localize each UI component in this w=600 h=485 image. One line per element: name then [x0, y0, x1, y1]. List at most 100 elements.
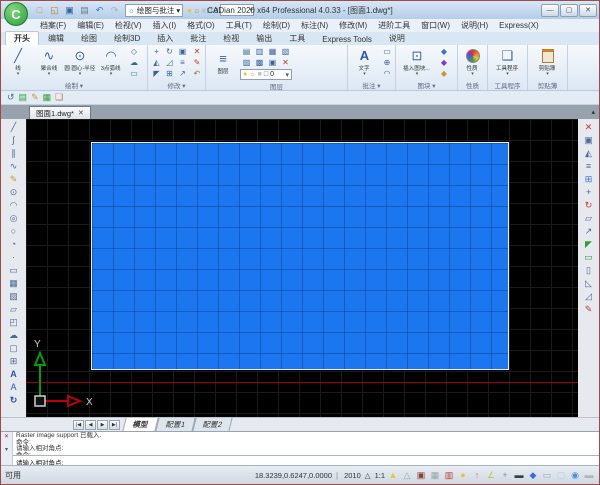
layer-properties-button[interactable]: ≡ 图层 [208, 52, 238, 75]
ribbon-tab-help[interactable]: 说明 [381, 32, 413, 45]
chamfer-icon[interactable]: ◺ [582, 277, 596, 290]
menu-window[interactable]: 窗口(W) [416, 20, 455, 31]
clipboard-button[interactable]: 剪贴簿 ▾ [530, 49, 565, 76]
trim-icon[interactable]: ◤ [582, 238, 596, 251]
menu-insert[interactable]: 插入(I) [148, 20, 182, 31]
point-icon[interactable]: · [7, 251, 21, 264]
menu-view[interactable]: 检视(V) [110, 20, 147, 31]
mirror-icon[interactable]: ◭ [582, 147, 596, 160]
image-icon[interactable]: ▦ [43, 92, 52, 103]
ortho-toggle[interactable]: ● [457, 469, 469, 481]
ribbon-tab-annotate[interactable]: 批注 [182, 32, 214, 45]
undo-icon[interactable]: ↶ [93, 4, 106, 17]
ribbon-tab-draw3d[interactable]: 绘制3D [106, 32, 148, 45]
menu-advanced-tools[interactable]: 进阶工具 [373, 20, 415, 31]
new-icon[interactable]: □ [33, 4, 46, 17]
dyn-toggle[interactable]: ◆ [527, 469, 539, 481]
menu-format[interactable]: 格式(O) [182, 20, 220, 31]
offset-icon[interactable]: ≡ [582, 160, 596, 173]
layer-tool-1[interactable]: ▤ [240, 46, 253, 57]
layer-tool-5[interactable]: ▨ [240, 57, 253, 68]
menu-tools[interactable]: 工具(T) [221, 20, 257, 31]
command-input[interactable]: 请输入相对角点: [13, 455, 599, 465]
offset-button[interactable]: ≡ [176, 57, 189, 68]
break-icon[interactable]: ▯ [582, 264, 596, 277]
open-icon[interactable]: ◱ [48, 4, 61, 17]
annotation-autoscale-toggle[interactable]: △ [401, 469, 413, 481]
revcloud-button[interactable]: ☁ [128, 58, 140, 68]
copy-icon[interactable]: ▣ [582, 134, 596, 147]
move-icon[interactable]: + [582, 186, 596, 199]
ribbon-tab-output[interactable]: 输出 [248, 32, 280, 45]
fillet-icon[interactable]: ◿ [582, 290, 596, 303]
menu-help[interactable]: 说明(H) [456, 20, 493, 31]
ribbon-tab-insert[interactable]: 插入 [149, 32, 181, 45]
extend-icon[interactable]: ▭ [582, 251, 596, 264]
rotate-button[interactable]: ↻ [163, 46, 176, 57]
properties-panel-caption[interactable]: 性质 [458, 80, 487, 90]
polyline-button[interactable]: ∿ 聚合线 ▾ [34, 49, 64, 76]
properties-button[interactable]: 性质 ▾ [460, 49, 485, 76]
layout-tab-1[interactable]: 配置1 [155, 418, 195, 431]
attribute-button[interactable]: ◆ [438, 69, 450, 79]
explode-icon[interactable]: ✎ [582, 303, 596, 316]
donut-icon[interactable]: ◎ [7, 212, 21, 225]
polar-toggle[interactable]: ↑ [471, 469, 483, 481]
snap-toggle[interactable]: ▦ [429, 469, 441, 481]
arc-icon[interactable]: ◠ [7, 199, 21, 212]
annotation-visibility-toggle[interactable]: ▲ [387, 469, 399, 481]
fillet-button[interactable]: ◿ [163, 57, 176, 68]
text-button[interactable]: A 文字 ▾ [350, 49, 379, 76]
annotate-panel-caption[interactable]: 批注 ▾ [348, 80, 395, 90]
layer-on-icon[interactable]: ● [187, 6, 192, 15]
annotation-scale-icon[interactable]: △ [365, 471, 371, 480]
close-icon[interactable]: ✕ [78, 109, 84, 117]
polyline-icon[interactable]: ∿ [7, 160, 21, 173]
layer-lock-icon[interactable]: ■ [201, 6, 206, 15]
move-button[interactable]: + [150, 46, 163, 57]
arc-button[interactable]: ◠ 3点弧线 ▾ [96, 49, 126, 76]
boundary-icon[interactable]: ▱ [7, 303, 21, 316]
revcloud-icon[interactable]: ☁ [7, 329, 21, 342]
app-logo-icon[interactable]: C [4, 2, 28, 26]
block-panel-caption[interactable]: 图块 ▾ [396, 80, 457, 90]
layer-tool-2[interactable]: ▥ [253, 46, 266, 57]
layout-last-button[interactable]: ▶| [109, 420, 120, 430]
modify-panel-caption[interactable]: 修改 ▾ [148, 80, 205, 90]
layer-color-swatch[interactable]: □ [207, 6, 212, 15]
ribbon-tab-home[interactable]: 开头 [5, 31, 39, 45]
clipboard-panel-caption[interactable]: 剪贴簿 [528, 80, 567, 90]
layer-dropdown[interactable]: ●☼■□ 0 ▾ [240, 69, 292, 80]
leader-button[interactable]: ◠ [381, 69, 393, 79]
clean-screen-toggle[interactable]: ▬ [583, 469, 595, 481]
center-mark-button[interactable]: ⊕ [381, 58, 393, 68]
drawing-canvas[interactable]: Y X [26, 119, 578, 417]
quickprops-toggle[interactable]: ▢ [555, 469, 567, 481]
array-button[interactable]: ⊞ [163, 68, 176, 79]
tab-overflow-icon[interactable]: ▴ [591, 108, 595, 116]
ribbon-tab-tools[interactable]: 工具 [281, 32, 313, 45]
insert-block-button[interactable]: ⊡ 插入图块... ▾ [398, 49, 436, 76]
trim-button[interactable]: ◤ [150, 68, 163, 79]
menu-modify[interactable]: 修改(M) [334, 20, 372, 31]
create-block-button[interactable]: ◆ [438, 47, 450, 57]
copy-button[interactable]: ▣ [176, 46, 189, 57]
wipeout-icon[interactable]: ▢ [7, 342, 21, 355]
draw-panel-caption[interactable]: 绘制 ▾ [1, 80, 147, 90]
ribbon-tab-draw[interactable]: 绘图 [73, 32, 105, 45]
redo-icon[interactable]: ↷ [108, 4, 121, 17]
undo-mod-button[interactable]: ↶ [191, 69, 203, 79]
mirror-button[interactable]: ◭ [150, 57, 163, 68]
annotation-monitor-toggle[interactable]: ◉ [569, 469, 581, 481]
solid-fill-icon[interactable]: ▨ [7, 290, 21, 303]
rectangle-icon[interactable]: ▭ [7, 264, 21, 277]
plot-icon[interactable]: ▤ [78, 4, 91, 17]
line-icon[interactable]: ╱ [7, 121, 21, 134]
layer-tool-4[interactable]: ▧ [279, 46, 292, 57]
linear-dim-button[interactable]: ▭ [381, 47, 393, 57]
explode-button[interactable]: ✎ [191, 58, 203, 68]
view-back-icon[interactable]: ↻ [7, 394, 21, 407]
region-icon[interactable]: ◰ [7, 316, 21, 329]
circle-button[interactable]: ⊙ 圆 圆心-半径 ▾ [65, 49, 95, 76]
raster-attach-icon[interactable]: ↺ [7, 92, 15, 103]
